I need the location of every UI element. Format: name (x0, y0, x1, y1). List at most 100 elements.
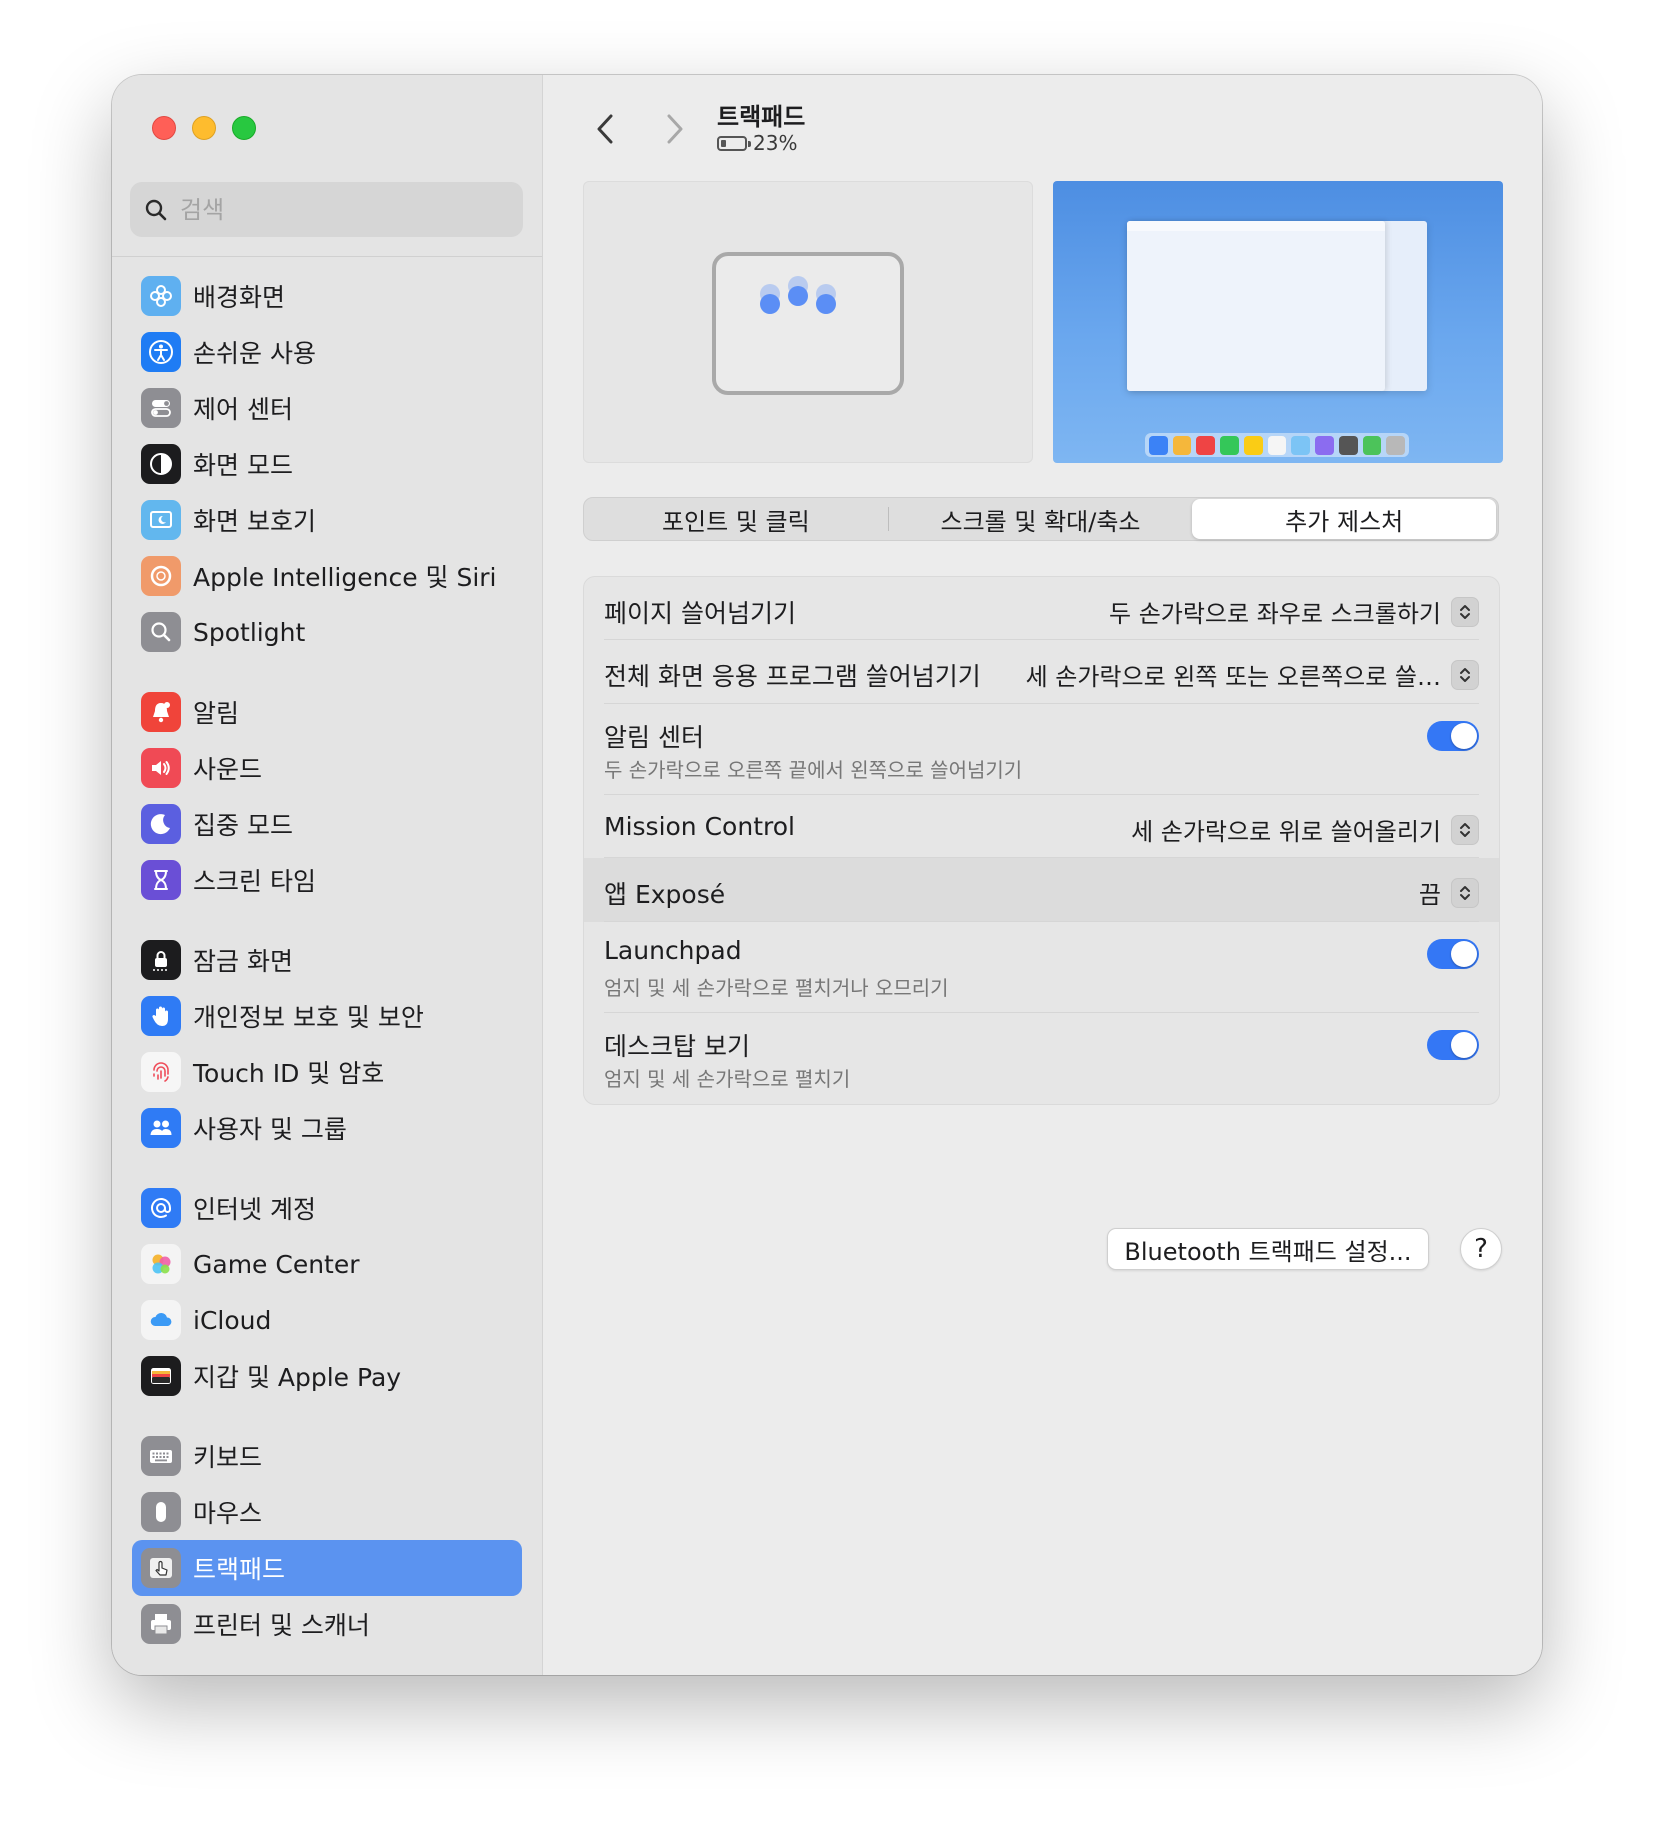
sidebar-item[interactable]: Apple Intelligence 및 Siri (132, 548, 522, 604)
finger-dot (760, 294, 780, 314)
tab[interactable]: 포인트 및 클릭 (584, 499, 888, 539)
setting-label: 앱 Exposé (604, 880, 726, 909)
dock-app-icon (1220, 435, 1239, 455)
sidebar-item[interactable]: Game Center (132, 1236, 522, 1292)
search-icon (145, 199, 167, 220)
sidebar-item[interactable]: iCloud (132, 1292, 522, 1348)
privacy-hand-icon (141, 996, 181, 1036)
sidebar-item-label: 배경화면 (193, 283, 286, 312)
keyboard-icon (141, 1436, 181, 1476)
sidebar-item-label: Game Center (193, 1249, 360, 1279)
sidebar-item-label: 개인정보 보호 및 보안 (193, 1003, 424, 1032)
setting-popup-button[interactable]: 끔 (1419, 875, 1479, 910)
setting-popup-button[interactable]: 세 손가락으로 위로 쓸어올리기 (1131, 812, 1479, 847)
tab-bar: 포인트 및 클릭 스크롤 및 확대/축소 추가 제스처 (583, 497, 1499, 541)
users-icon (141, 1108, 181, 1148)
setting-label: 페이지 쓸어넘기기 (604, 599, 796, 628)
sidebar-item[interactable]: 알림 (132, 684, 522, 740)
sidebar-item[interactable]: 손쉬운 사용 (132, 324, 522, 380)
accessibility-icon (141, 332, 181, 372)
chevron-up-down-icon (1451, 877, 1479, 908)
sidebar-section-gap (112, 1156, 542, 1180)
tab[interactable]: 스크롤 및 확대/축소 (889, 499, 1193, 539)
sidebar-item[interactable]: 키보드 (132, 1428, 522, 1484)
at-icon (141, 1188, 181, 1228)
sidebar-item[interactable]: 제어 센터 (132, 380, 522, 436)
sidebar-item-label: 스크린 타임 (193, 867, 316, 896)
minimize-window-button[interactable] (192, 116, 216, 140)
dock-app-icon (1362, 435, 1382, 455)
sidebar-item-label: 지갑 및 Apple Pay (193, 1363, 402, 1392)
lock-screen-icon (141, 940, 181, 980)
forward-button[interactable] (655, 105, 695, 153)
sidebar-item[interactable]: 지갑 및 Apple Pay (132, 1348, 522, 1404)
sidebar-item-label: 사용자 및 그룹 (193, 1115, 347, 1144)
page-title: 트랙패드 (717, 103, 806, 131)
trackpad-icon (141, 1548, 181, 1588)
sidebar-item-label: 화면 모드 (193, 451, 293, 480)
sidebar-item-label: 잠금 화면 (193, 947, 293, 976)
sidebar-item-label: 인터넷 계정 (193, 1195, 316, 1224)
sidebar-item-label: 트랙패드 (193, 1555, 286, 1584)
dock-app-icon (1172, 435, 1192, 455)
screensaver-icon (141, 500, 181, 540)
sidebar-item-label: 집중 모드 (193, 811, 293, 840)
sidebar-item-label: 알림 (193, 699, 240, 728)
sidebar-item[interactable]: 집중 모드 (132, 796, 522, 852)
setting-row: 전체 화면 응용 프로그램 쓸어넘기기 세 손가락으로 왼쪽 또는 오른쪽으로 쓸… (584, 640, 1499, 704)
setting-description: 두 손가락으로 오른쪽 끝에서 왼쪽으로 쓸어넘기기 (604, 758, 1023, 782)
setting-label: 알림 센터 (604, 723, 704, 752)
sidebar-item[interactable]: 트랙패드 (132, 1540, 522, 1596)
dock-app-icon (1149, 435, 1168, 455)
sidebar-item[interactable]: 스크린 타임 (132, 852, 522, 908)
gesture-illustration (583, 181, 1033, 463)
dock-app-icon (1386, 435, 1406, 455)
dock-app-icon (1196, 435, 1216, 455)
sidebar-item[interactable]: 마우스 (132, 1484, 522, 1540)
tab[interactable]: 추가 제스처 (1192, 499, 1497, 539)
sidebar-item[interactable]: 프린터 및 스캐너 (132, 1596, 522, 1652)
screen-time-icon (141, 860, 181, 900)
setting-toggle[interactable] (1427, 721, 1479, 751)
gesture-settings-group: 페이지 쓸어넘기기 두 손가락으로 좌우로 스크롤하기전체 화면 응용 프로그램 … (583, 576, 1500, 1105)
close-window-button[interactable] (152, 116, 176, 140)
main-pane: 트랙패드 23% 포인트 및 클릭 스크롤 및 확대/축소 추가 제스처 페이지 쓸… (543, 75, 1542, 1675)
sidebar-item[interactable]: 잠금 화면 (132, 932, 522, 988)
bluetooth-trackpad-setup-button[interactable]: Bluetooth 트랙패드 설정... (1107, 1228, 1429, 1270)
help-button[interactable]: ? (1460, 1228, 1502, 1270)
dock-app-icon (1267, 435, 1287, 455)
settings-window: 배경화면손쉬운 사용제어 센터화면 모드화면 보호기 Apple Intellig… (112, 75, 1542, 1675)
wallpaper-icon (141, 276, 181, 316)
sidebar-item[interactable]: 사운드 (132, 740, 522, 796)
sidebar-item[interactable]: 화면 보호기 (132, 492, 522, 548)
sidebar-item[interactable]: 사용자 및 그룹 (132, 1100, 522, 1156)
printer-icon (141, 1604, 181, 1644)
sidebar-item-label: 마우스 (193, 1499, 263, 1528)
gesture-preview-video (1053, 181, 1503, 463)
sidebar: 배경화면손쉬운 사용제어 센터화면 모드화면 보호기 Apple Intellig… (112, 75, 543, 1675)
focus-icon (141, 804, 181, 844)
search-input[interactable] (178, 194, 502, 225)
sidebar-item[interactable]: Touch ID 및 암호 (132, 1044, 522, 1100)
sidebar-section-gap (112, 660, 542, 684)
notifications-icon (141, 692, 181, 732)
setting-row: 앱 Exposé 끔 (584, 858, 1499, 922)
setting-popup-button[interactable]: 두 손가락으로 좌우로 스크롤하기 (1109, 594, 1479, 629)
setting-toggle[interactable] (1427, 939, 1479, 969)
toggle-knob (1451, 723, 1477, 749)
sidebar-item[interactable]: 배경화면 (132, 268, 522, 324)
zoom-window-button[interactable] (232, 116, 256, 140)
control-center-icon (141, 388, 181, 428)
sidebar-item[interactable]: 화면 모드 (132, 436, 522, 492)
dock-app-icon (1243, 435, 1263, 455)
sidebar-item[interactable]: Spotlight (132, 604, 522, 660)
battery-icon (717, 135, 751, 151)
search-field[interactable] (130, 182, 523, 237)
setting-popup-button[interactable]: 세 손가락으로 왼쪽 또는 오른쪽으로 쓸… (1026, 657, 1479, 692)
sidebar-item[interactable]: 인터넷 계정 (132, 1180, 522, 1236)
game-center-icon (141, 1244, 181, 1284)
popup-value: 두 손가락으로 좌우로 스크롤하기 (1108, 600, 1441, 628)
back-button[interactable] (585, 105, 625, 153)
setting-toggle[interactable] (1427, 1030, 1479, 1060)
sidebar-item[interactable]: 개인정보 보호 및 보안 (132, 988, 522, 1044)
